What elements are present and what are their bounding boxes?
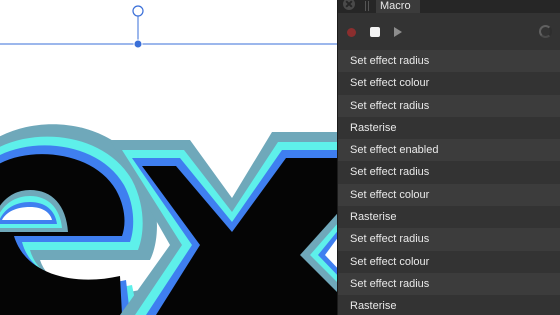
macro-step[interactable]: Set effect radius xyxy=(338,161,560,184)
macro-step[interactable]: Set effect radius xyxy=(338,228,560,251)
tab-grip-icon[interactable] xyxy=(365,1,369,11)
rotation-handle[interactable] xyxy=(132,5,144,17)
macro-step[interactable]: Rasterise xyxy=(338,295,560,315)
macro-step-list[interactable]: Set effect radius Set effect colour Set … xyxy=(338,50,560,315)
macro-toolbar xyxy=(338,13,560,50)
close-icon[interactable] xyxy=(343,0,355,10)
artwork-svg[interactable] xyxy=(0,0,337,315)
spinner-icon xyxy=(539,25,552,38)
selection-handle[interactable] xyxy=(133,39,143,49)
macro-panel: Macro Set effect radius Set effect colou… xyxy=(337,0,560,315)
macro-step[interactable]: Set effect enabled xyxy=(338,139,560,162)
document-canvas[interactable] xyxy=(0,0,337,315)
macro-step[interactable]: Set effect radius xyxy=(338,50,560,73)
macro-step[interactable]: Set effect colour xyxy=(338,72,560,95)
macro-step[interactable]: Set effect colour xyxy=(338,250,560,273)
macro-step[interactable]: Rasterise xyxy=(338,116,560,140)
panel-tab-bar: Macro xyxy=(338,0,560,13)
record-icon[interactable] xyxy=(347,28,356,37)
tab-macro[interactable]: Macro xyxy=(376,0,420,13)
stop-icon[interactable] xyxy=(370,27,380,37)
macro-step[interactable]: Rasterise xyxy=(338,206,560,229)
macro-step[interactable]: Set effect radius xyxy=(338,272,560,296)
macro-step[interactable]: Set effect colour xyxy=(338,183,560,207)
macro-step[interactable]: Set effect radius xyxy=(338,94,560,117)
play-icon[interactable] xyxy=(394,27,402,37)
